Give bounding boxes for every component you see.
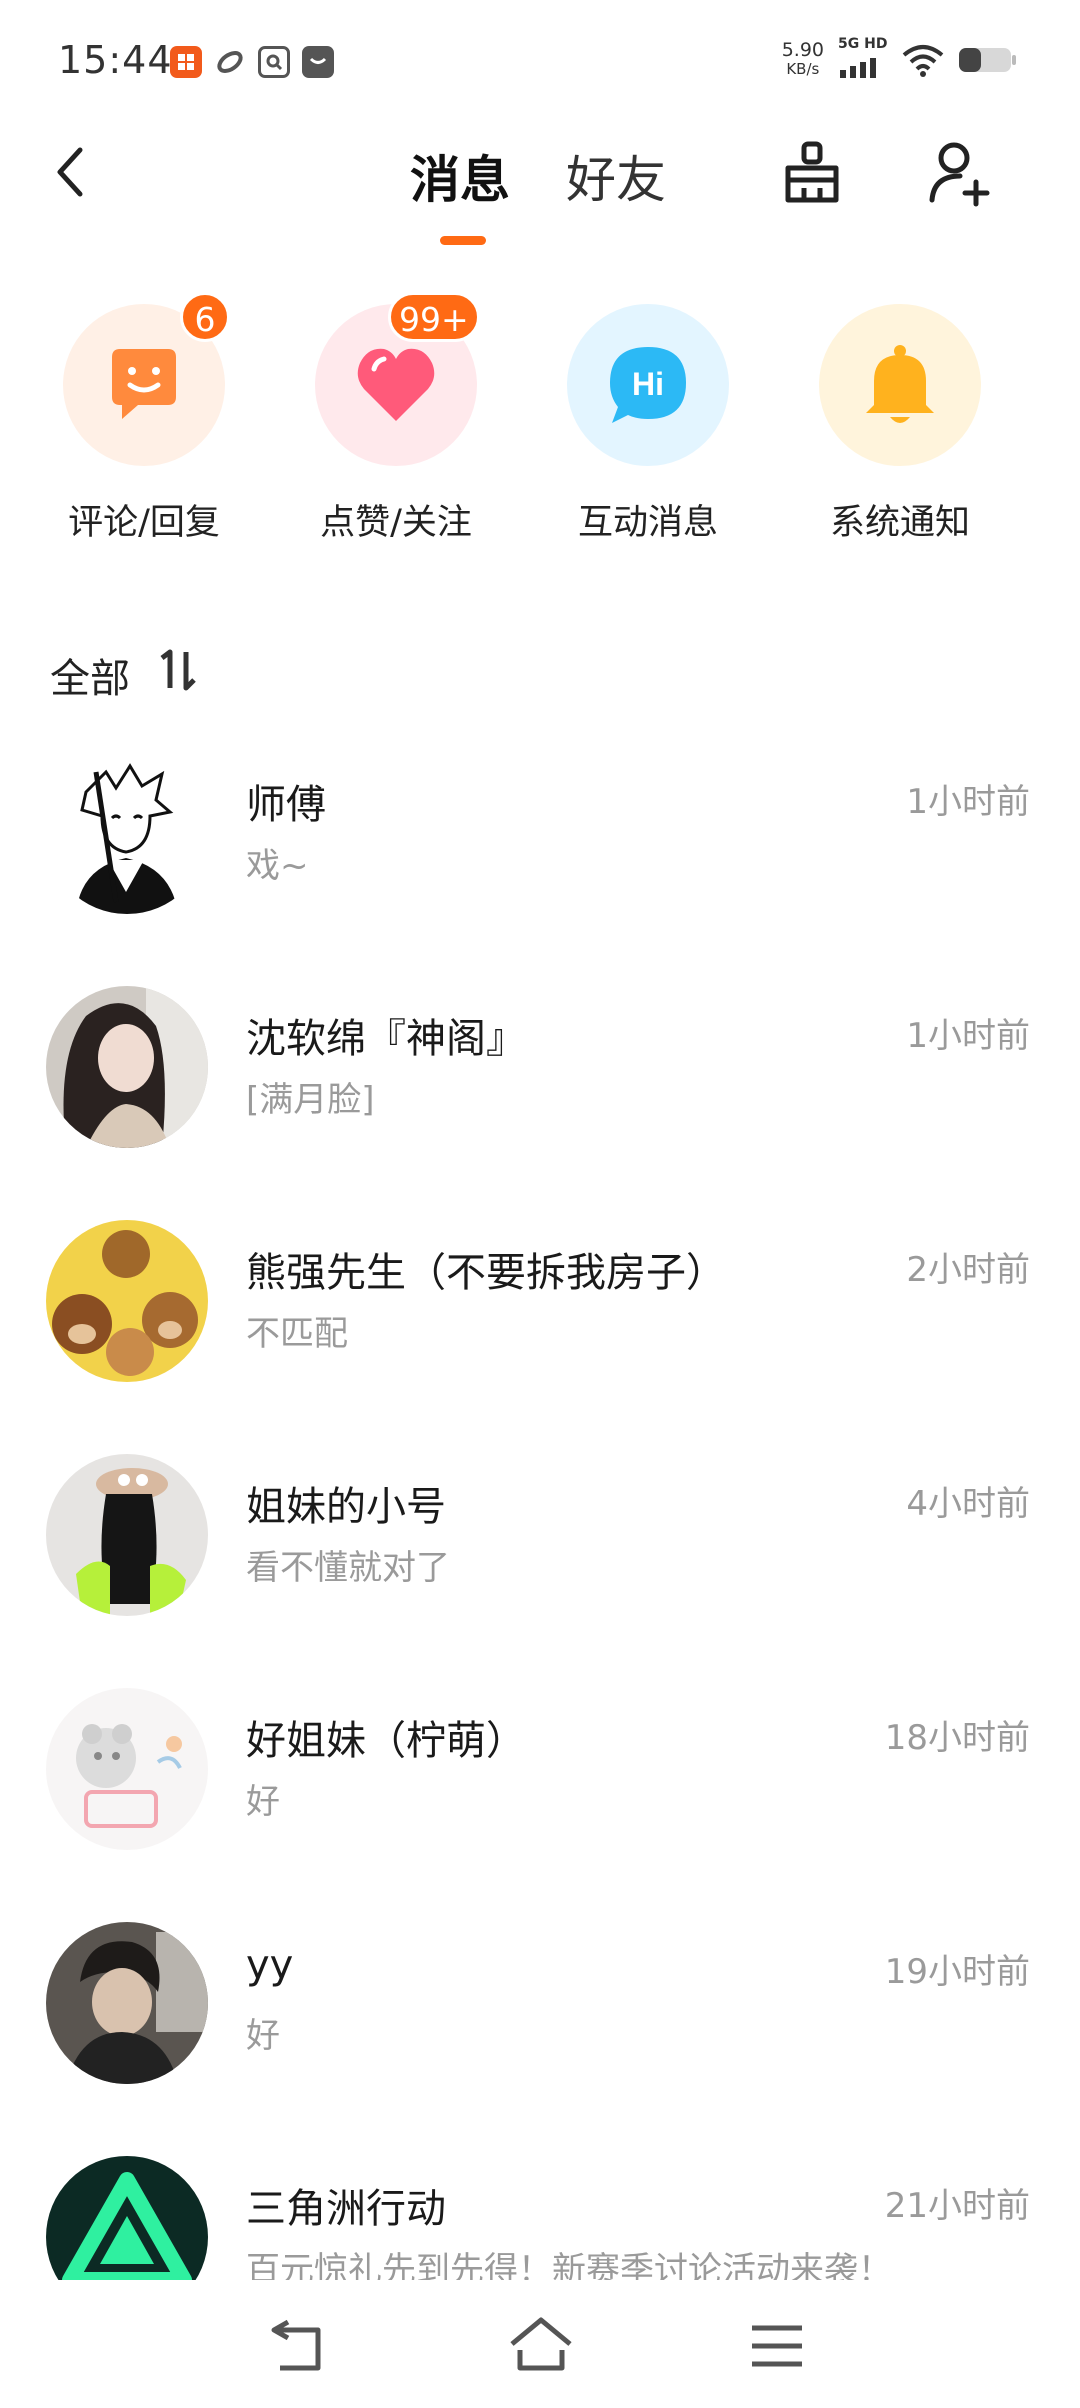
tab-friends[interactable]: 好友: [566, 140, 666, 212]
clear-unread-button[interactable]: [776, 138, 848, 210]
menu-nav-icon: [752, 2325, 802, 2367]
network-speed-unit: KB/s: [786, 60, 820, 78]
category-label: 系统通知: [829, 503, 970, 543]
contact-name: 熊强先生（不要拆我房子）: [246, 1250, 726, 1296]
category-interactions[interactable]: Hi 互动消息: [548, 304, 748, 545]
chevron-left-icon: [57, 147, 83, 197]
category-label: 点赞/关注: [320, 503, 472, 543]
conversation-item[interactable]: 姐妹的小号 看不懂就对了 4小时前: [0, 1454, 1080, 1688]
unread-badge: 99+: [388, 292, 480, 342]
message-preview: [满月脸]: [246, 1080, 375, 1120]
message-preview: 好: [246, 1782, 280, 1822]
xiaohongshu-icon: [170, 46, 202, 78]
avatar: [46, 1922, 208, 2084]
category-likes-follows[interactable]: 99+ 点赞/关注: [296, 292, 496, 545]
system-navigation-bar: [0, 2280, 1080, 2408]
menu-nav-button[interactable]: [742, 2310, 812, 2380]
status-indicators: 5.90 KB/s 5G HD: [782, 36, 1018, 80]
app-inbox-icon: [302, 46, 334, 78]
conversation-item[interactable]: 师傅 戏~ 1小时前: [0, 752, 1080, 986]
avatar: [46, 1220, 208, 1382]
conversation-item[interactable]: yy 好 19小时前: [0, 1922, 1080, 2156]
category-icon-circle: [819, 304, 981, 466]
sort-icon: [160, 649, 196, 691]
contact-name: 沈软绵『神阁』: [246, 1016, 526, 1062]
category-system-notice[interactable]: 系统通知: [800, 304, 1000, 545]
avatar: [46, 986, 208, 1148]
contact-name: 好姐妹（柠萌）: [246, 1718, 526, 1764]
hi-chat-icon: Hi: [610, 347, 686, 423]
app-link-icon: [214, 46, 246, 78]
back-nav-icon: [271, 2319, 321, 2371]
conversation-item[interactable]: 熊强先生（不要拆我房子） 不匹配 2小时前: [0, 1220, 1080, 1454]
unread-badge: 6: [180, 292, 230, 342]
avatar: [46, 1454, 208, 1616]
conversation-item[interactable]: 沈软绵『神阁』 [满月脸] 1小时前: [0, 986, 1080, 1220]
category-icon-circle: Hi: [567, 304, 729, 466]
avatar: [46, 1688, 208, 1850]
message-preview: 不匹配: [246, 1314, 348, 1354]
broom-icon: [785, 141, 839, 203]
message-time: 4小时前: [906, 1484, 1030, 1524]
signal-icon: 5G HD: [838, 36, 888, 80]
category-label: 评论/回复: [68, 503, 220, 543]
status-time: 15:44: [58, 38, 173, 82]
tab-messages[interactable]: 消息: [410, 140, 510, 212]
active-tab-indicator: [440, 236, 486, 245]
smile-chat-icon: [112, 349, 176, 419]
message-time: 18小时前: [884, 1718, 1030, 1758]
message-time: 1小时前: [906, 782, 1030, 822]
battery-icon: [959, 48, 1016, 72]
sort-button[interactable]: [156, 648, 200, 692]
category-comments-replies[interactable]: 6 评论/回复: [44, 292, 244, 545]
contact-name: yy: [246, 1942, 294, 1988]
contact-name: 三角洲行动: [246, 2186, 446, 2232]
message-preview: 好: [246, 2016, 280, 2056]
home-nav-icon: [510, 2317, 572, 2371]
conversation-item[interactable]: 好姐妹（柠萌） 好 18小时前: [0, 1688, 1080, 1922]
contact-name: 师傅: [246, 782, 326, 828]
network-speed: 5.90 KB/s: [782, 41, 824, 79]
app-search-icon: [258, 46, 290, 78]
message-time: 2小时前: [906, 1250, 1030, 1290]
heart-icon: [357, 348, 435, 421]
wifi-icon: [902, 45, 944, 77]
avatar: [46, 752, 208, 914]
message-time: 21小时前: [884, 2186, 1030, 2226]
svg-text:Hi: Hi: [632, 366, 664, 402]
add-user-icon: [929, 142, 990, 207]
status-bar: 15:44 5.90 KB/s 5G HD: [0, 0, 1080, 120]
back-button[interactable]: [46, 142, 96, 202]
back-nav-button[interactable]: [264, 2310, 334, 2380]
message-preview: 戏~: [246, 846, 309, 886]
bell-icon: [866, 345, 934, 423]
message-time: 1小时前: [906, 1016, 1030, 1056]
section-title: 全部: [50, 656, 130, 702]
network-speed-value: 5.90: [781, 39, 824, 61]
message-preview: 看不懂就对了: [246, 1548, 450, 1588]
message-time: 19小时前: [884, 1952, 1030, 1992]
contact-name: 姐妹的小号: [246, 1484, 446, 1530]
add-friend-button[interactable]: [924, 138, 996, 210]
home-nav-button[interactable]: [506, 2310, 576, 2380]
category-label: 互动消息: [577, 503, 718, 543]
